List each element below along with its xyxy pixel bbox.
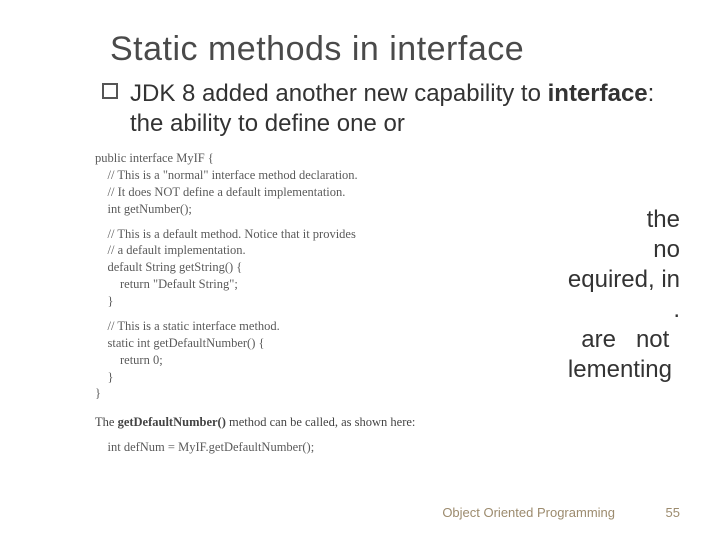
bullet-paragraph: JDK 8 added another new capability to in…: [130, 79, 680, 139]
fragment-line: lementing: [568, 355, 680, 385]
code-line: public interface MyIF {: [95, 150, 470, 167]
code-line: }: [95, 385, 470, 402]
code-line: int getNumber();: [95, 201, 470, 218]
fragment-line: equired, in: [568, 265, 680, 295]
fragment-line: .: [568, 295, 680, 325]
code-snippet-overlay: public interface MyIF { // This is a "no…: [95, 150, 470, 456]
bullet-keyword: interface: [548, 80, 648, 107]
code-line: }: [95, 293, 470, 310]
caption-bold: getDefaultNumber(): [118, 415, 226, 429]
code-line: // a default implementation.: [95, 242, 470, 259]
code-caption: The getDefaultNumber() method can be cal…: [95, 414, 470, 431]
code-line: // This is a "normal" interface method d…: [95, 167, 470, 184]
occluded-text-fragments: the no equired, in . are not lementing: [568, 205, 680, 385]
code-line: static int getDefaultNumber() {: [95, 335, 470, 352]
fragment-line: are not: [568, 325, 680, 355]
bullet-text-prefix: JDK 8 added another new capability to: [130, 80, 548, 107]
slide-number: 55: [666, 505, 680, 520]
code-line: default String getString() {: [95, 259, 470, 276]
code-line: }: [95, 369, 470, 386]
footer-label: Object Oriented Programming: [442, 505, 615, 520]
code-line: // This is a static interface method.: [95, 318, 470, 335]
caption-suffix: method can be called, as shown here:: [226, 415, 416, 429]
code-line: // It does NOT define a default implemen…: [95, 184, 470, 201]
code-line: int defNum = MyIF.getDefaultNumber();: [95, 439, 470, 456]
code-line: return 0;: [95, 352, 470, 369]
caption-prefix: The: [95, 415, 118, 429]
fragment-line: no: [568, 235, 680, 265]
fragment-line: the: [568, 205, 680, 235]
square-bullet-icon: [102, 83, 118, 99]
slide: Static methods in interface JDK 8 added …: [0, 0, 720, 540]
slide-title: Static methods in interface: [110, 30, 680, 69]
code-line: return "Default String";: [95, 276, 470, 293]
code-line: // This is a default method. Notice that…: [95, 226, 470, 243]
